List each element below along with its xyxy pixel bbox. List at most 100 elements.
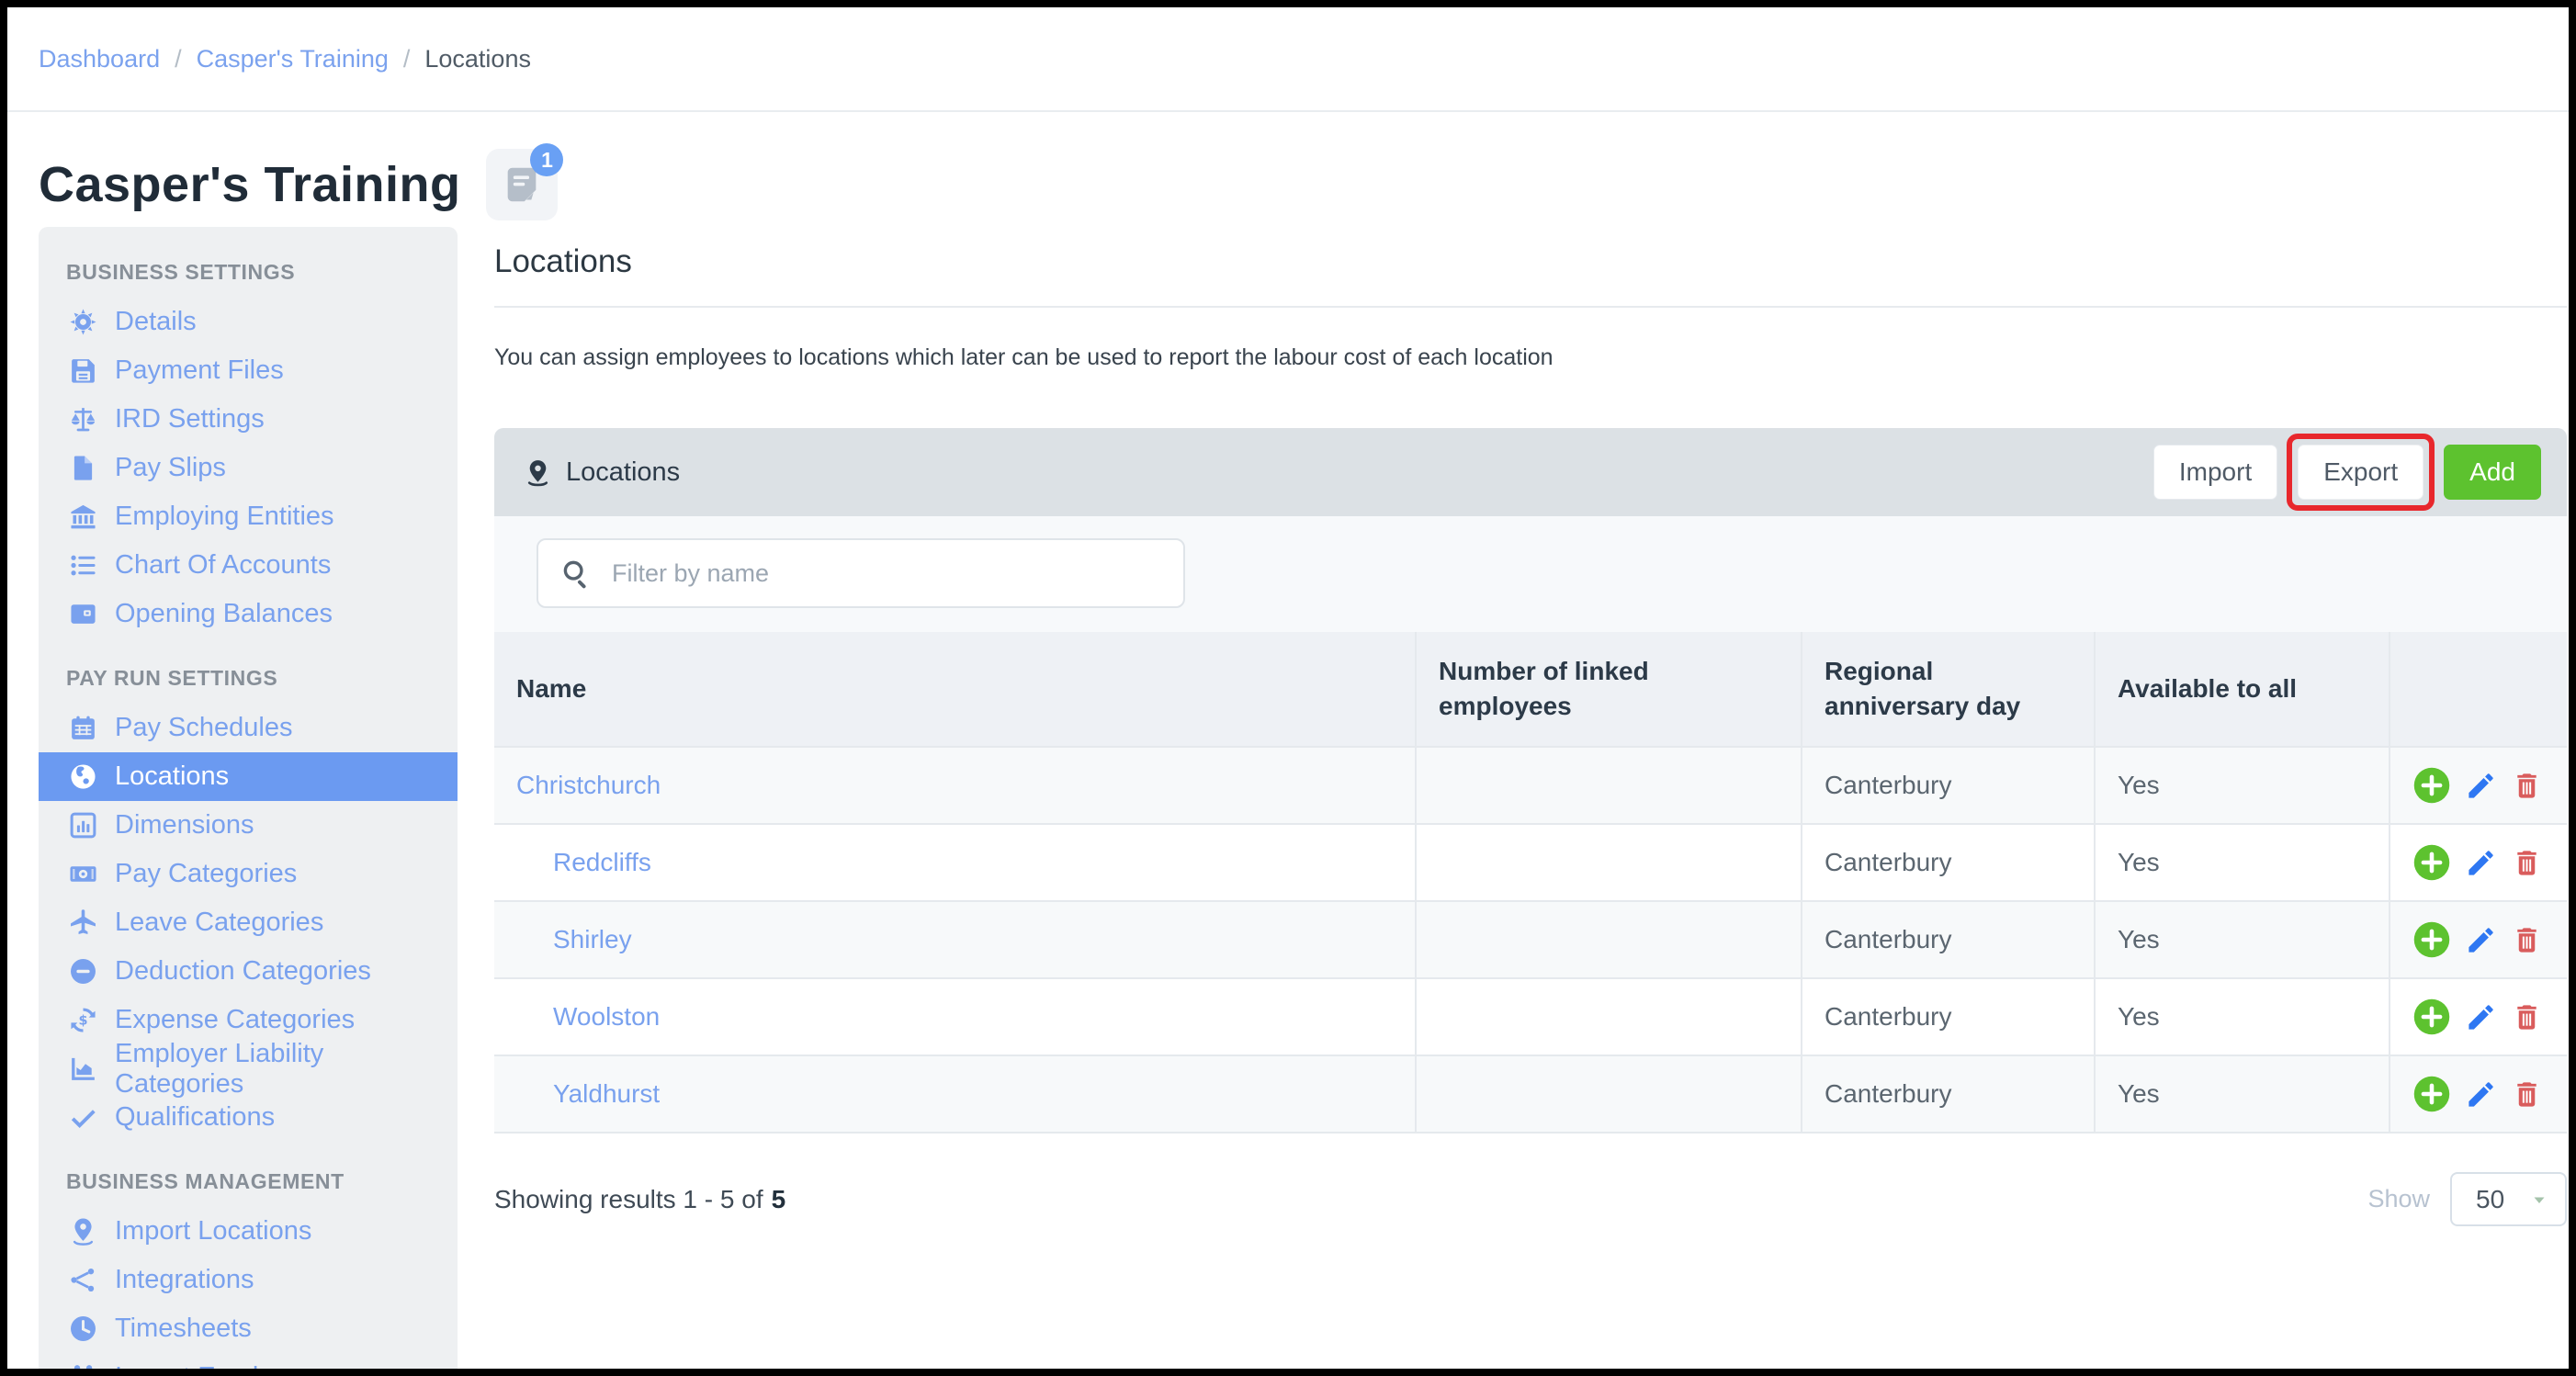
available-cell: Yes xyxy=(2094,825,2389,900)
breadcrumb-separator: / xyxy=(175,45,182,73)
sidebar-item-ird-settings[interactable]: IRD Settings xyxy=(39,395,458,444)
add-sublocation-icon[interactable] xyxy=(2412,843,2451,882)
add-sublocation-icon[interactable] xyxy=(2412,920,2451,959)
location-link[interactable]: Shirley xyxy=(553,925,632,954)
app-window: Dashboard / Casper's Training / Location… xyxy=(7,7,2569,1369)
sidebar-item-label: Pay Categories xyxy=(115,859,297,889)
delete-icon[interactable] xyxy=(2511,1078,2543,1111)
sidebar-item-opening-balances[interactable]: Opening Balances xyxy=(39,590,458,638)
sidebar-item-label: Expense Categories xyxy=(115,1005,355,1035)
edit-icon[interactable] xyxy=(2465,1001,2497,1033)
sidebar-item-import-employees[interactable]: Import Employees xyxy=(39,1353,458,1369)
location-link[interactable]: Redcliffs xyxy=(553,848,651,877)
locations-panel: Locations Import Export Add xyxy=(494,428,2567,1134)
notes-button[interactable]: 1 xyxy=(486,149,558,220)
sidebar-item-integrations[interactable]: Integrations xyxy=(39,1256,458,1304)
sidebar-item-leave-categories[interactable]: Leave Categories xyxy=(39,898,458,947)
sidebar-item-qualifications[interactable]: Qualifications xyxy=(39,1093,458,1142)
linked-employees-cell xyxy=(1415,979,1801,1055)
add-sublocation-icon[interactable] xyxy=(2412,998,2451,1036)
sidebar-item-label: Payment Files xyxy=(115,355,284,386)
sidebar-item-label: Import Employees xyxy=(115,1362,330,1369)
chevron-down-icon xyxy=(2528,1189,2550,1211)
filter-by-name-input[interactable] xyxy=(592,559,1161,588)
sidebar-item-label: Import Locations xyxy=(115,1216,311,1246)
column-header-regional-anniversary-day: Regional anniversary day xyxy=(1801,632,2094,746)
main-content: Locations You can assign employees to lo… xyxy=(494,227,2567,1369)
sidebar-item-dimensions[interactable]: Dimensions xyxy=(39,801,458,850)
sidebar-item-details[interactable]: Details xyxy=(39,298,458,346)
breadcrumb-dashboard[interactable]: Dashboard xyxy=(39,45,160,73)
regional-day-cell: Canterbury xyxy=(1801,748,2094,823)
edit-icon[interactable] xyxy=(2465,924,2497,956)
sidebar-item-employer-liability-categories[interactable]: Employer Liability Categories xyxy=(39,1044,458,1093)
sidebar-item-locations[interactable]: Locations xyxy=(39,752,458,801)
import-button[interactable]: Import xyxy=(2153,445,2277,500)
add-sublocation-icon[interactable] xyxy=(2412,766,2451,805)
scales-icon xyxy=(66,403,99,436)
breadcrumb-business[interactable]: Casper's Training xyxy=(197,45,389,73)
file-icon xyxy=(66,452,99,485)
page-size-value: 50 xyxy=(2476,1185,2504,1214)
sidebar-item-import-locations[interactable]: Import Locations xyxy=(39,1207,458,1256)
export-button[interactable]: Export xyxy=(2298,445,2423,500)
locations-table: Name Number of linked employees Regional… xyxy=(494,632,2567,1134)
breadcrumb: Dashboard / Casper's Training / Location… xyxy=(7,7,2569,112)
share-icon xyxy=(66,1264,99,1297)
available-cell: Yes xyxy=(2094,748,2389,823)
delete-icon[interactable] xyxy=(2511,847,2543,879)
edit-icon[interactable] xyxy=(2465,847,2497,879)
add-button[interactable]: Add xyxy=(2444,445,2541,500)
linked-employees-cell xyxy=(1415,1056,1801,1132)
minus-circle-icon xyxy=(66,955,99,988)
delete-icon[interactable] xyxy=(2511,924,2543,956)
table-row: Redcliffs Canterbury Yes xyxy=(494,823,2567,900)
floppy-icon xyxy=(66,355,99,388)
table-header-row: Name Number of linked employees Regional… xyxy=(494,632,2567,746)
breadcrumb-current: Locations xyxy=(424,45,531,73)
regional-day-cell: Canterbury xyxy=(1801,902,2094,977)
calendar-icon xyxy=(66,712,99,745)
panel-title: Locations xyxy=(566,457,680,488)
column-header-name: Name xyxy=(494,632,1415,746)
location-link[interactable]: Christchurch xyxy=(516,771,661,800)
sidebar-item-label: Dimensions xyxy=(115,810,254,840)
sidebar-section-business-management: BUSINESS MANAGEMENT xyxy=(66,1169,458,1194)
sidebar-section-business-settings: BUSINESS SETTINGS xyxy=(66,260,458,285)
sidebar-item-pay-slips[interactable]: Pay Slips xyxy=(39,444,458,492)
page-size-select[interactable]: 50 xyxy=(2450,1172,2567,1226)
linked-employees-cell xyxy=(1415,748,1801,823)
table-footer: Showing results 1 - 5 of5 Show 50 xyxy=(494,1172,2567,1226)
svg-text:$: $ xyxy=(78,1013,87,1028)
sidebar-item-pay-categories[interactable]: Pay Categories xyxy=(39,850,458,898)
column-header-linked-employees: Number of linked employees xyxy=(1415,632,1801,746)
dollar-cycle-icon: $ xyxy=(66,1004,99,1037)
sidebar-item-deduction-categories[interactable]: Deduction Categories xyxy=(39,947,458,996)
sidebar-item-label: Pay Slips xyxy=(115,453,226,483)
clock-icon xyxy=(66,1313,99,1346)
sidebar-item-expense-categories[interactable]: $ Expense Categories xyxy=(39,996,458,1044)
delete-icon[interactable] xyxy=(2511,770,2543,802)
section-divider xyxy=(494,306,2567,308)
sidebar-item-timesheets[interactable]: Timesheets xyxy=(39,1304,458,1353)
add-sublocation-icon[interactable] xyxy=(2412,1075,2451,1113)
location-link[interactable]: Woolston xyxy=(553,1002,660,1032)
notes-count-badge: 1 xyxy=(530,143,563,176)
edit-icon[interactable] xyxy=(2465,1078,2497,1111)
sidebar-item-payment-files[interactable]: Payment Files xyxy=(39,346,458,395)
column-header-actions xyxy=(2389,632,2567,746)
sidebar-item-pay-schedules[interactable]: Pay Schedules xyxy=(39,704,458,752)
delete-icon[interactable] xyxy=(2511,1001,2543,1033)
bank-icon xyxy=(66,501,99,534)
settings-sidebar: BUSINESS SETTINGS Details Payment Files … xyxy=(39,227,458,1369)
check-icon xyxy=(66,1101,99,1134)
sidebar-item-employing-entities[interactable]: Employing Entities xyxy=(39,492,458,541)
sidebar-item-label: Employing Entities xyxy=(115,502,334,532)
sidebar-item-chart-of-accounts[interactable]: Chart Of Accounts xyxy=(39,541,458,590)
location-link[interactable]: Yaldhurst xyxy=(553,1079,660,1109)
globe-icon xyxy=(66,761,99,794)
table-row: Woolston Canterbury Yes xyxy=(494,977,2567,1055)
column-header-available-to-all: Available to all xyxy=(2094,632,2389,746)
sidebar-item-label: Employer Liability Categories xyxy=(115,1039,458,1100)
edit-icon[interactable] xyxy=(2465,770,2497,802)
